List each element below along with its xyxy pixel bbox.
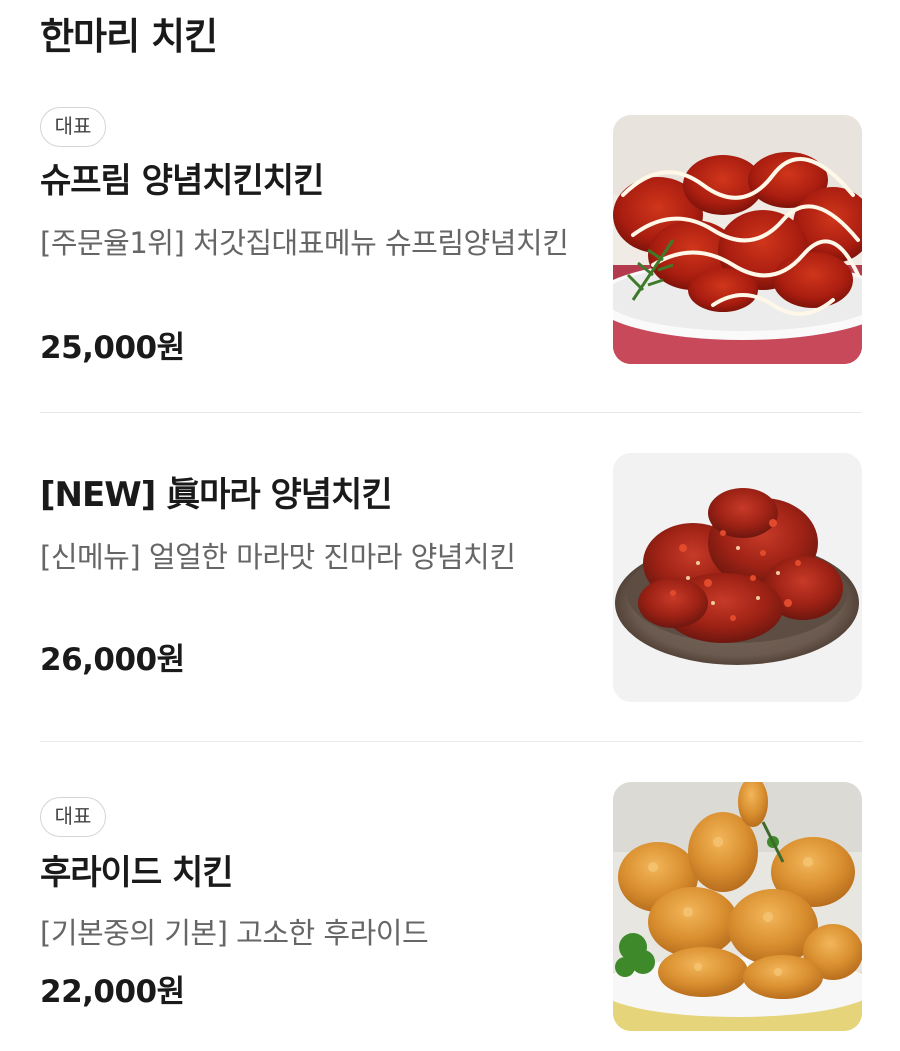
menu-item-description: [주문율1위] 처갓집대표메뉴 슈프림양념치킨 xyxy=(40,226,569,260)
signature-badge: 대표 xyxy=(40,107,106,147)
menu-item-photo[interactable] xyxy=(613,782,862,1031)
menu-item-photo[interactable] xyxy=(613,115,862,364)
menu-item-name: 후라이드 치킨 xyxy=(40,853,234,893)
divider xyxy=(40,741,862,742)
menu-item-mala-yangnyeom[interactable]: [NEW] 眞마라 양념치킨 [신메뉴] 얼얼한 마라맛 진마라 양념치킨 26… xyxy=(40,413,862,741)
menu-item-description: [기본중의 기본] 고소한 후라이드 xyxy=(40,916,429,950)
supreme-chicken-photo xyxy=(613,115,862,364)
menu-item-price: 25,000원 xyxy=(40,330,185,366)
menu-item-price: 26,000원 xyxy=(40,642,185,678)
menu-item-description: [신메뉴] 얼얼한 마라맛 진마라 양념치킨 xyxy=(40,540,516,574)
signature-badge: 대표 xyxy=(40,797,106,837)
menu-item-supreme-yangnyeom[interactable]: 대표 슈프림 양념치킨치킨 [주문율1위] 처갓집대표메뉴 슈프림양념치킨 25… xyxy=(40,105,862,410)
menu-item-name: [NEW] 眞마라 양념치킨 xyxy=(40,475,393,515)
menu-list: 대표 슈프림 양념치킨치킨 [주문율1위] 처갓집대표메뉴 슈프림양념치킨 25… xyxy=(0,0,900,1051)
menu-item-photo[interactable] xyxy=(613,453,862,702)
menu-item-fried[interactable]: 대표 후라이드 치킨 [기본중의 기본] 고소한 후라이드 22,000원 xyxy=(40,743,862,1051)
fried-chicken-photo xyxy=(613,782,862,1031)
mala-chicken-photo xyxy=(613,453,862,702)
menu-item-price: 22,000원 xyxy=(40,974,185,1010)
menu-item-name: 슈프림 양념치킨치킨 xyxy=(40,161,324,201)
